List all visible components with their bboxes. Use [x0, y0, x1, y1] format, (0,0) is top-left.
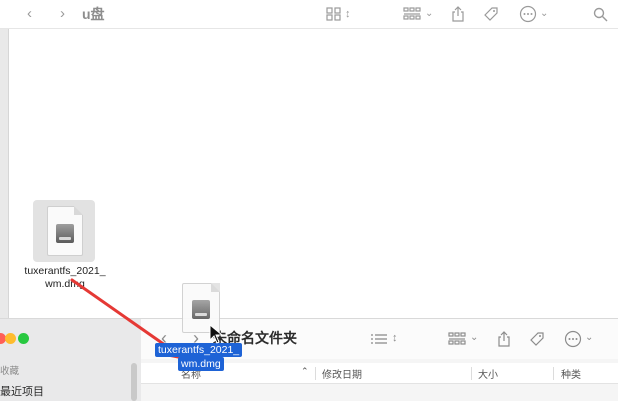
finder-window-usb: ‹ › u盘 ↕ ⌄ ⌄ tuxerantfs_2021_ wm.dmg	[0, 0, 618, 318]
more-icon[interactable]	[519, 0, 537, 28]
tag-icon[interactable]	[529, 328, 545, 348]
chevron-down-icon[interactable]: ⌄	[425, 0, 433, 28]
file-label[interactable]: tuxerantfs_2021_ wm.dmg	[18, 265, 112, 291]
file-label-line2: wm.dmg	[45, 278, 85, 290]
column-date-modified[interactable]: 修改日期	[322, 366, 362, 381]
sidebar: 收藏 最近项目	[0, 319, 141, 401]
column-size[interactable]: 大小	[478, 366, 498, 381]
chevron-down-icon[interactable]: ⌄	[540, 0, 548, 28]
list-view-icon[interactable]	[371, 328, 387, 348]
share-icon[interactable]	[451, 0, 465, 28]
share-icon[interactable]	[497, 328, 511, 348]
drag-label-line1: tuxerantfs_2021_	[155, 343, 243, 357]
back-toolbar: ‹ › u盘 ↕ ⌄ ⌄	[0, 0, 618, 29]
finder-window-untitled-folder: 收藏 最近项目 ‹ › ↕ ⌄ ⌄ 未命名文件夹 名称 ⌃ 修改日期 大小 种类	[0, 318, 618, 401]
search-icon[interactable]	[593, 0, 608, 28]
column-divider[interactable]	[553, 367, 554, 380]
sort-updown-icon[interactable]: ↕	[392, 328, 398, 348]
column-divider[interactable]	[315, 367, 316, 380]
chevron-right-icon[interactable]: ›	[60, 0, 65, 28]
file-icon-dmg[interactable]	[33, 200, 95, 262]
sidebar-section-favorites: 收藏	[0, 366, 20, 377]
column-divider[interactable]	[471, 367, 472, 380]
chevron-down-icon[interactable]: ⌄	[470, 328, 478, 348]
zoom-button[interactable]	[18, 333, 29, 344]
drag-label-line2: wm.dmg	[178, 357, 224, 371]
group-by-icon[interactable]	[448, 328, 466, 348]
sidebar-scrollbar[interactable]	[131, 363, 137, 401]
sidebar-edge	[0, 29, 9, 318]
sidebar-item-recents[interactable]: 最近项目	[0, 383, 44, 399]
disk-image-icon	[56, 224, 74, 243]
file-label-line1: tuxerantfs_2021_	[24, 265, 106, 277]
chevron-left-icon[interactable]: ‹	[27, 0, 32, 28]
group-by-icon[interactable]	[403, 0, 421, 28]
chevron-up-icon[interactable]: ⌃	[301, 366, 309, 377]
minimize-button[interactable]	[5, 333, 16, 344]
grid-view-icon[interactable]	[326, 0, 342, 28]
column-kind[interactable]: 种类	[561, 366, 581, 381]
document-icon	[47, 206, 83, 256]
disk-image-icon	[192, 300, 210, 319]
window-title: u盘	[82, 6, 105, 22]
mouse-pointer-icon	[209, 324, 223, 344]
chevron-down-icon[interactable]: ⌄	[585, 328, 593, 348]
tag-icon[interactable]	[483, 0, 499, 28]
more-icon[interactable]	[564, 328, 582, 348]
sort-updown-icon[interactable]: ↕	[345, 0, 351, 28]
